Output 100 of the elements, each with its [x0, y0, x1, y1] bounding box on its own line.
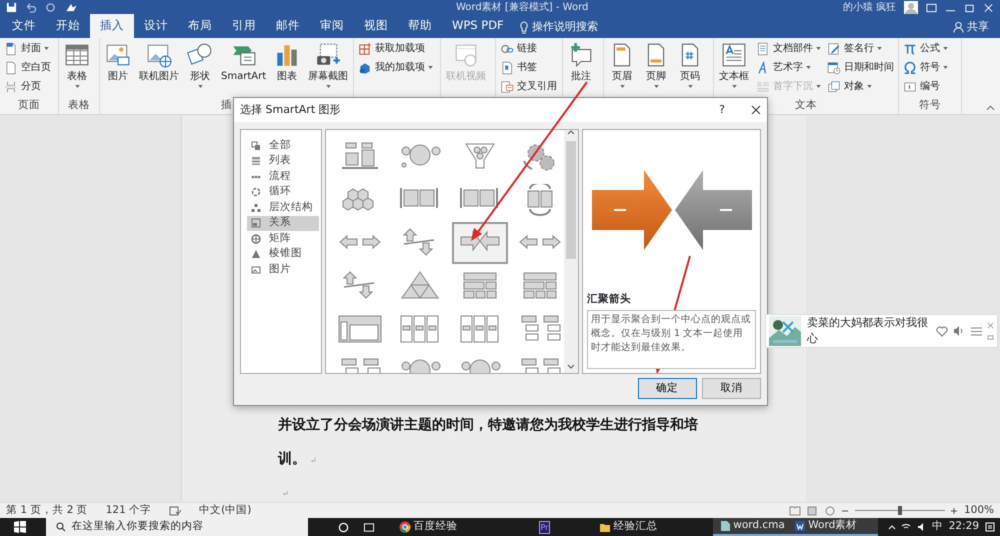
ribbon-tab[interactable]: 引用 — [222, 14, 266, 38]
playlist-icon[interactable] — [970, 326, 982, 336]
smartart-layout[interactable] — [452, 222, 508, 264]
ribbon-options-icon[interactable] — [926, 2, 937, 12]
zoom-in-icon[interactable] — [950, 506, 958, 514]
ribbon-tab[interactable]: 视图 — [354, 14, 398, 38]
ribbon-tab[interactable]: 文件 — [2, 14, 46, 38]
category-item[interactable]: 流程 — [247, 169, 319, 184]
ribbon-button[interactable]: 编号 — [902, 79, 950, 94]
camera-icon — [315, 42, 342, 68]
app-icon[interactable]: Pr — [538, 520, 550, 534]
ribbon-button[interactable]: 艺术字 — [755, 60, 822, 75]
ribbon-tab[interactable]: 插入 — [90, 14, 134, 38]
ribbon-button[interactable]: 页码 — [675, 41, 706, 89]
ribbon-button[interactable]: 图表 — [272, 41, 302, 85]
ribbon-button[interactable]: 空白页 — [3, 60, 52, 75]
undo-icon[interactable] — [25, 2, 37, 13]
dialog-button[interactable]: 取消 — [702, 378, 761, 399]
ribbon-button[interactable]: 联机图片 — [137, 41, 181, 85]
category-item[interactable]: 矩阵 — [247, 231, 319, 246]
ribbon-button[interactable]: 批注 — [566, 41, 596, 85]
heart-icon[interactable] — [936, 326, 948, 336]
category-item[interactable]: 图片 — [247, 262, 319, 278]
print-layout-icon[interactable] — [806, 506, 818, 516]
ribbon-button[interactable]: 签名行 — [826, 41, 896, 56]
help-button[interactable]: ? — [719, 102, 725, 118]
category-item[interactable]: 全部 — [247, 138, 319, 154]
save-icon[interactable] — [6, 2, 17, 13]
drop-cap-icon — [756, 80, 770, 94]
ribbon-tab[interactable]: 审阅 — [310, 14, 354, 38]
read-mode-icon[interactable] — [788, 506, 801, 516]
ribbon-button[interactable]: 屏幕截图 — [306, 41, 350, 89]
redo-icon[interactable] — [45, 2, 56, 13]
ribbon-tab[interactable]: WPS PDF — [442, 14, 514, 38]
ribbon-button[interactable]: 分页 — [3, 79, 52, 94]
category-item[interactable]: 层次结构 — [247, 200, 319, 216]
page-count: 第 1 页，共 2 页 — [6, 502, 88, 518]
proofing-icon[interactable] — [169, 506, 182, 516]
ribbon-button[interactable]: 文本框 — [717, 41, 752, 89]
page-break-icon — [4, 80, 18, 94]
category-item[interactable]: 关系 — [247, 216, 319, 231]
text-box-icon — [721, 42, 748, 68]
taskbar-app[interactable]: 经验汇总 — [593, 518, 713, 536]
ribbon-button[interactable]: 图片 — [103, 41, 133, 85]
maximize-icon[interactable] — [964, 2, 975, 12]
layout-description: 用于显示聚合到一个中心点的观点或概念。仅在与级别 1 文本一起使用时才能达到最佳效果。 — [587, 310, 756, 369]
ribbon-button[interactable]: SmartArt — [219, 41, 268, 85]
web-layout-icon[interactable] — [824, 506, 836, 516]
taskbar-app[interactable]: 百度经验 — [393, 518, 533, 536]
ribbon-button[interactable]: 我的加载项 — [357, 60, 434, 75]
category-item[interactable]: 列表 — [247, 154, 319, 169]
ribbon-button[interactable]: 形状 — [185, 41, 215, 89]
ribbon-button[interactable]: 获取加载项 — [357, 41, 434, 56]
slider-thumb[interactable] — [898, 506, 902, 515]
ribbon-button[interactable]: 对象 — [826, 79, 896, 94]
scroll-up-icon[interactable] — [567, 130, 575, 135]
ribbon-button[interactable]: 符号 — [902, 60, 950, 75]
dialog-button[interactable]: 确定 — [638, 378, 696, 399]
taskbar-app[interactable]: Word素材 — [788, 518, 878, 536]
ribbon-button[interactable]: 日期和时间 — [826, 60, 896, 75]
speaker-icon[interactable] — [953, 326, 965, 336]
ribbon-button[interactable]: 公式 — [902, 41, 950, 56]
chevron-up-icon[interactable] — [888, 524, 896, 530]
diagram-icon — [336, 313, 384, 345]
group-label: 符号 — [919, 99, 942, 111]
lightbulb-icon[interactable] — [519, 20, 530, 34]
category-item[interactable]: 循环 — [247, 184, 319, 200]
pyramid-icon — [251, 249, 261, 260]
ribbon-tab[interactable]: 开始 — [46, 14, 90, 38]
ribbon-tab[interactable]: 布局 — [178, 14, 222, 38]
ime-indicator[interactable]: 中 — [932, 519, 944, 535]
collapse-icon[interactable] — [986, 105, 994, 112]
search-box[interactable]: 在这里输入你要搜索的内容 — [46, 518, 308, 536]
ribbon-tab[interactable]: 邮件 — [266, 14, 310, 38]
zoom-level[interactable]: 100% — [964, 502, 994, 518]
number-icon — [903, 80, 918, 94]
windows-icon[interactable] — [14, 521, 26, 533]
ribbon-button[interactable]: 文档部件 — [755, 41, 822, 56]
taskbar-app[interactable]: word.cma — [713, 518, 788, 536]
clock-time[interactable]: 22:29 — [948, 519, 979, 535]
ribbon-button[interactable]: 表格 — [62, 41, 92, 89]
scroll-down-icon[interactable] — [567, 364, 575, 369]
close-icon[interactable] — [751, 105, 761, 115]
ribbon-tab[interactable]: 设计 — [134, 14, 178, 38]
category-item[interactable]: 棱锥图 — [247, 246, 319, 262]
cortana-icon[interactable] — [338, 522, 349, 532]
ribbon-button[interactable]: 交叉引用 — [499, 79, 558, 94]
share-button[interactable]: 共享 — [967, 18, 989, 36]
ribbon-button[interactable]: 书签 — [499, 60, 558, 75]
ribbon-button[interactable]: 页眉 — [607, 41, 638, 89]
ribbon-button[interactable]: 封面 — [3, 41, 52, 56]
scrollbar-thumb[interactable] — [566, 141, 576, 259]
notification-icon[interactable] — [984, 522, 994, 532]
page-icon — [4, 60, 18, 74]
ribbon-button[interactable]: 链接 — [499, 41, 558, 56]
tell-me-search[interactable]: 操作说明搜索 — [532, 18, 598, 36]
task-view-icon[interactable] — [363, 522, 375, 532]
ribbon-tab[interactable]: 帮助 — [398, 14, 442, 38]
picture-icon — [146, 42, 172, 68]
ribbon-button[interactable]: 页脚 — [641, 41, 672, 89]
